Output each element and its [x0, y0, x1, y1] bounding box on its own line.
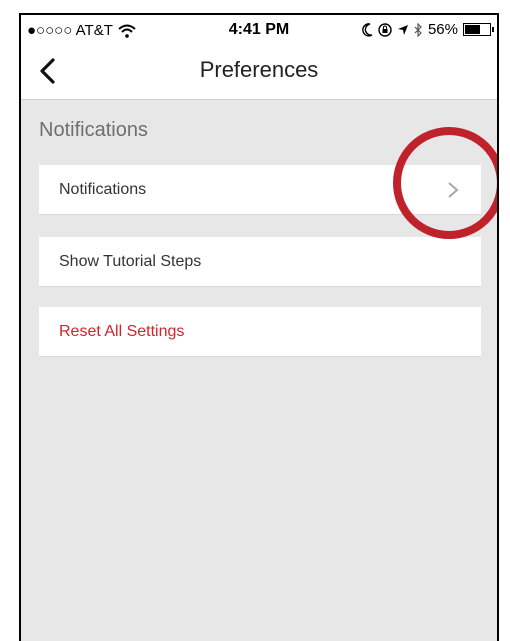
- moon-icon: [362, 22, 373, 37]
- row-label: Show Tutorial Steps: [59, 252, 202, 270]
- status-bar: ●○○○○ AT&T 4:41 PM 56%: [21, 17, 497, 45]
- reset-all-settings-row[interactable]: Reset All Settings: [39, 307, 481, 357]
- battery-icon: [463, 23, 494, 36]
- annotation-circle: [393, 127, 497, 239]
- row-label: Reset All Settings: [59, 322, 185, 340]
- top-bar: ●○○○○ AT&T 4:41 PM 56% Preferences: [21, 15, 497, 100]
- battery-percent: 56%: [427, 21, 458, 38]
- bluetooth-icon: [414, 22, 422, 37]
- lock-rotation-icon: [378, 22, 392, 37]
- show-tutorial-steps-row[interactable]: Show Tutorial Steps: [39, 237, 481, 287]
- location-icon: [397, 24, 408, 35]
- navigation-bar: Preferences: [21, 45, 497, 95]
- phone-screen: ●○○○○ AT&T 4:41 PM 56% Preferences Notif…: [19, 13, 499, 641]
- page-title: Preferences: [199, 57, 319, 82]
- row-label: Notifications: [59, 180, 147, 198]
- section-header-notifications: Notifications: [39, 119, 148, 141]
